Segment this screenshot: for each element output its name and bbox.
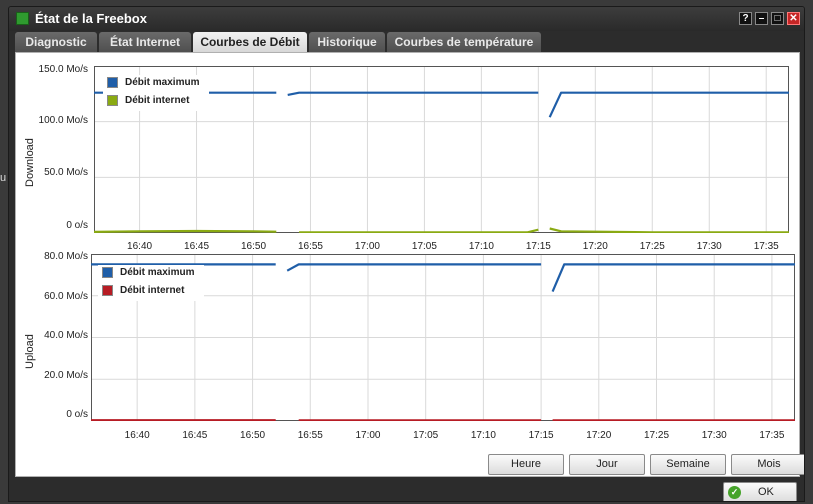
- download-axis-label: Download: [24, 138, 36, 187]
- tab-etat-internet[interactable]: État Internet: [99, 32, 191, 52]
- upload-x-tick-label: 17:30: [701, 430, 727, 441]
- upload-x-tick-label: 17:35: [759, 430, 785, 441]
- download-x-tick-label: 17:35: [753, 241, 779, 252]
- window-title: État de la Freebox: [35, 11, 147, 26]
- upload-y-tick-label: 60.0 Mo/s: [44, 291, 88, 302]
- week-button[interactable]: Semaine: [650, 454, 726, 475]
- legend-swatch-upload: [102, 285, 113, 296]
- tab-courbes-de-debit[interactable]: Courbes de Débit: [193, 32, 307, 52]
- download-x-tick-label: 16:55: [297, 241, 323, 252]
- upload-x-tick-label: 17:05: [413, 430, 439, 441]
- legend-entry-max: Débit maximum: [98, 265, 204, 283]
- download-x-tick-label: 17:00: [354, 241, 380, 252]
- download-legend: Débit maximum Débit internet: [103, 75, 209, 111]
- legend-entry-max: Débit maximum: [103, 75, 209, 93]
- download-x-tick-label: 17:15: [525, 241, 551, 252]
- legend-swatch-max: [107, 77, 118, 88]
- upload-x-tick-label: 17:20: [586, 430, 612, 441]
- background-fragment-text: u: [0, 172, 7, 184]
- download-x-tick-label: 16:50: [240, 241, 267, 252]
- download-x-tick-label: 17:10: [468, 241, 494, 252]
- month-button[interactable]: Mois: [731, 454, 804, 475]
- close-button[interactable]: ✕: [787, 12, 800, 25]
- legend-label-max: Débit maximum: [125, 77, 200, 88]
- download-rate-line: [94, 229, 277, 233]
- download-x-tick-label: 16:45: [184, 241, 210, 252]
- legend-entry-download: Débit internet: [103, 93, 209, 111]
- download-y-tick-label: 150.0 Mo/s: [38, 64, 88, 75]
- download-x-tick-label: 17:30: [696, 241, 722, 252]
- check-circle-icon: ✓: [728, 486, 741, 499]
- hour-button[interactable]: Heure: [488, 454, 564, 475]
- freebox-app-icon: [16, 12, 29, 25]
- legend-swatch-download: [107, 95, 118, 106]
- ok-button[interactable]: ✓ OK: [723, 482, 797, 501]
- upload-y-tick-label: 80.0 Mo/s: [44, 251, 88, 262]
- upload-y-tick-label: 0 o/s: [66, 409, 88, 420]
- upload-x-tick-label: 16:45: [182, 430, 208, 441]
- maximize-button[interactable]: □: [771, 12, 784, 25]
- minimize-button[interactable]: –: [755, 12, 768, 25]
- upload-y-tick-label: 20.0 Mo/s: [44, 370, 88, 381]
- legend-entry-upload: Débit internet: [98, 283, 204, 301]
- upload-axis-label: Upload: [24, 334, 36, 369]
- upload-x-tick-label: 17:25: [643, 430, 670, 441]
- upload-x-tick-label: 16:50: [240, 430, 266, 441]
- legend-label-download: Débit internet: [125, 95, 190, 106]
- download-x-tick-label: 17:05: [411, 241, 437, 252]
- download-y-tick-label: 0 o/s: [66, 220, 88, 231]
- upload-x-tick-label: 17:10: [470, 430, 496, 441]
- download-x-tick-label: 17:25: [639, 241, 665, 252]
- upload-x-tick-label: 17:00: [355, 430, 381, 441]
- download-x-tick-label: 17:20: [582, 241, 608, 252]
- dialog-footer: ✓ OK: [9, 477, 804, 501]
- tab-diagnostic[interactable]: Diagnostic: [15, 32, 97, 52]
- content-panel: 150.0 Mo/s 100.0 Mo/s 50.0 Mo/s 0 o/s Do…: [15, 52, 804, 477]
- tab-courbes-de-temperature[interactable]: Courbes de température: [387, 32, 541, 52]
- download-y-tick-label: 100.0 Mo/s: [38, 115, 88, 126]
- ok-button-label: OK: [758, 486, 774, 498]
- download-x-tick-label: 16:40: [127, 241, 153, 252]
- freebox-status-window: État de la Freebox ? – □ ✕ Diagnostic Ét…: [8, 6, 805, 502]
- title-bar[interactable]: État de la Freebox ? – □ ✕: [9, 7, 804, 31]
- upload-x-tick-label: 16:40: [124, 430, 150, 441]
- help-button[interactable]: ?: [739, 12, 752, 25]
- upload-legend: Débit maximum Débit internet: [98, 265, 204, 301]
- upload-x-tick-label: 16:55: [297, 430, 323, 441]
- upload-x-tick-label: 17:15: [528, 430, 554, 441]
- tab-historique[interactable]: Historique: [309, 32, 385, 52]
- legend-label-max: Débit maximum: [120, 267, 195, 278]
- legend-swatch-max: [102, 267, 113, 278]
- legend-label-upload: Débit internet: [120, 285, 185, 296]
- day-button[interactable]: Jour: [569, 454, 645, 475]
